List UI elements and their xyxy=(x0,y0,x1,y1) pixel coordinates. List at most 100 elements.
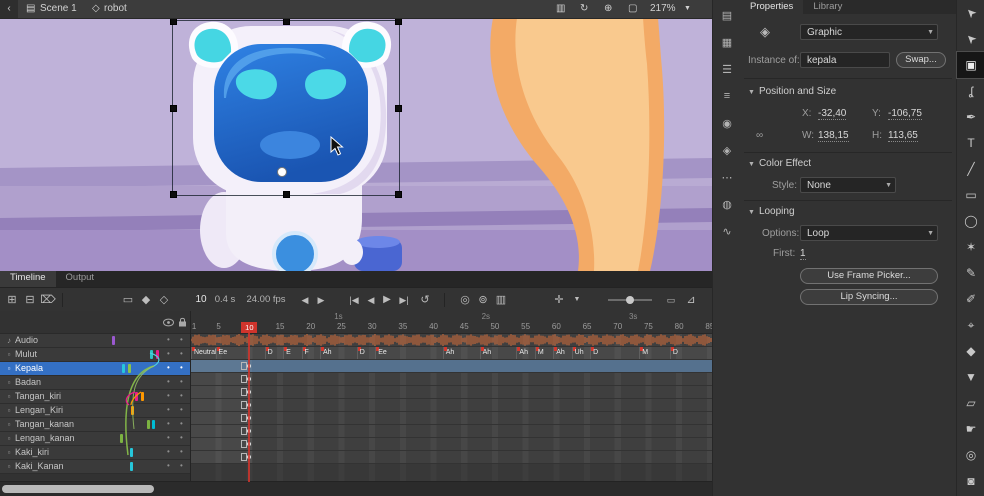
info-icon[interactable]: ◉ xyxy=(713,111,741,135)
y-value[interactable]: -106,75 xyxy=(888,108,922,120)
transform-handle[interactable] xyxy=(395,18,402,25)
link-dimensions-icon[interactable]: ∞ xyxy=(756,130,763,141)
loop-playback-button[interactable]: ↺ xyxy=(418,288,432,312)
slider-knob[interactable] xyxy=(626,296,634,304)
transform-handle[interactable] xyxy=(395,191,402,198)
workspace-icon[interactable]: ▤ xyxy=(713,3,741,27)
loop-dropdown[interactable]: Loop▼ xyxy=(800,225,938,241)
layer-row-tangan_kiri[interactable]: ▫Tangan_kiri•• xyxy=(0,390,190,404)
zoom-tool[interactable]: ◎ xyxy=(957,442,984,468)
x-value[interactable]: -32,40 xyxy=(818,108,846,120)
brush-tool[interactable]: ✐ xyxy=(957,286,984,312)
layer-row-tangan_kanan[interactable]: ▫Tangan_kanan•• xyxy=(0,418,190,432)
zoom-level[interactable]: 217% xyxy=(650,0,676,18)
frame-row-lengan_kanan[interactable] xyxy=(191,425,712,438)
first-frame-value[interactable]: 1 xyxy=(800,248,806,260)
layer-visibility-dot[interactable]: • xyxy=(167,404,170,416)
eyedropper-tool[interactable]: ▼ xyxy=(957,364,984,390)
insert-blank-keyframe-button[interactable]: ◇ xyxy=(156,288,172,312)
span-end-marker[interactable] xyxy=(241,362,247,370)
eraser-tool[interactable]: ▱ xyxy=(957,390,984,416)
transform-handle[interactable] xyxy=(170,105,177,112)
span-end-marker[interactable] xyxy=(241,440,247,448)
frame-row-lengan_kiri[interactable] xyxy=(191,399,712,412)
list-icon[interactable]: ≡ xyxy=(713,84,741,108)
lip-syncing-button[interactable]: Lip Syncing... xyxy=(800,289,938,305)
current-frame-counter[interactable]: 10 xyxy=(192,288,210,312)
swap-button[interactable]: Swap... xyxy=(896,52,946,68)
layer-visibility-dot[interactable]: • xyxy=(167,418,170,430)
mouth-keyframe[interactable]: Ee xyxy=(375,347,376,359)
hand-tool[interactable]: ☛ xyxy=(957,416,984,442)
tab-output[interactable]: Output xyxy=(56,271,105,287)
mouth-keyframe[interactable]: Ah xyxy=(516,347,517,359)
onion-skin-outlines-button[interactable]: ⊚ xyxy=(476,288,490,312)
section-looping[interactable]: ▼Looping xyxy=(748,206,795,217)
mouth-keyframe[interactable]: M xyxy=(639,347,640,359)
bone-tool[interactable]: ⌖ xyxy=(957,312,984,338)
frame-size-slider[interactable] xyxy=(608,299,652,301)
frame-row-kaki_kiri[interactable] xyxy=(191,438,712,451)
layer-visibility-dot[interactable]: • xyxy=(167,334,170,346)
lock-icon[interactable] xyxy=(178,317,187,327)
tab-library[interactable]: Library xyxy=(803,0,852,14)
layer-visibility-dot[interactable]: • xyxy=(167,390,170,402)
breadcrumb-symbol[interactable]: robot xyxy=(104,0,127,18)
transform-icon[interactable]: ◈ xyxy=(713,138,741,162)
fit-timeline-button[interactable]: ⊿ xyxy=(684,288,698,312)
go-to-first-frame-button[interactable]: |◀ xyxy=(346,288,362,312)
frame-row-tangan_kanan[interactable] xyxy=(191,412,712,425)
layer-lock-dot[interactable]: • xyxy=(180,348,183,360)
align-icon[interactable]: ☰ xyxy=(713,57,741,81)
frame-row-tangan_kiri[interactable] xyxy=(191,386,712,399)
layer-visibility-dot[interactable]: • xyxy=(167,362,170,374)
mouth-keyframe[interactable]: Ah xyxy=(320,347,321,359)
step-back-button[interactable]: ◀ xyxy=(298,288,312,312)
go-to-last-frame-button[interactable]: ▶| xyxy=(396,288,412,312)
mouth-keyframe[interactable]: E xyxy=(283,347,284,359)
center-playhead-button[interactable]: ✛ xyxy=(552,288,566,312)
layer-lock-dot[interactable]: • xyxy=(180,362,183,374)
frame-row-audio[interactable] xyxy=(191,334,712,347)
layer-visibility-dot[interactable]: • xyxy=(167,460,170,472)
layer-row-mulut[interactable]: ▫Mulut•• xyxy=(0,348,190,362)
clip-icon[interactable]: ▥ xyxy=(556,0,565,18)
instance-name-field[interactable]: kepala xyxy=(800,52,890,68)
transform-handle[interactable] xyxy=(170,191,177,198)
layer-lock-dot[interactable]: • xyxy=(180,334,183,346)
play-button[interactable]: ▶ xyxy=(380,288,394,312)
scrollbar-thumb[interactable] xyxy=(2,485,154,493)
subselection-tool[interactable]: ➤ xyxy=(957,26,984,52)
frame-size-large-icon[interactable]: ▭ xyxy=(664,288,678,312)
mouth-keyframe[interactable]: Neutral xyxy=(191,347,192,359)
new-layer-button[interactable]: ⊞ xyxy=(4,288,20,312)
mouth-keyframe[interactable]: Ah xyxy=(480,347,481,359)
layer-lock-dot[interactable]: • xyxy=(180,432,183,444)
layer-lock-dot[interactable]: • xyxy=(180,446,183,458)
lasso-tool[interactable]: ʆ xyxy=(957,78,984,104)
frame-row-badan[interactable] xyxy=(191,373,712,386)
layer-row-kaki_kiri[interactable]: ▫Kaki_kiri•• xyxy=(0,446,190,460)
section-color-effect[interactable]: ▼Color Effect xyxy=(748,158,811,169)
h-value[interactable]: 113,65 xyxy=(888,130,918,142)
free-transform-tool[interactable]: ▣ xyxy=(957,52,984,78)
previous-frame-button[interactable]: ◀ xyxy=(364,288,378,312)
tab-properties[interactable]: Properties xyxy=(740,0,803,14)
fit-window-icon[interactable]: ▢ xyxy=(628,0,637,18)
layer-row-audio[interactable]: ♪Audio•• xyxy=(0,334,190,348)
breadcrumb-scene[interactable]: Scene 1 xyxy=(40,0,77,18)
mouth-keyframe[interactable]: Ah xyxy=(443,347,444,359)
layer-row-kepala[interactable]: ▫Kepala•• xyxy=(0,362,190,376)
layer-row-lengan_kanan[interactable]: ▫Lengan_kanan•• xyxy=(0,432,190,446)
layer-row-kaki_kanan[interactable]: ▫Kaki_Kanan•• xyxy=(0,460,190,474)
layer-visibility-dot[interactable]: • xyxy=(167,432,170,444)
mouth-keyframe[interactable]: M xyxy=(535,347,536,359)
timeline-scrollbar[interactable] xyxy=(0,481,712,496)
timeline-menu-chevron-icon[interactable]: ▼ xyxy=(572,288,582,312)
polystar-tool[interactable]: ✶ xyxy=(957,234,984,260)
timeline-ruler[interactable]: 1s2s3s1510152025303540455055606570758085 xyxy=(191,311,712,334)
line-tool[interactable]: ╱ xyxy=(957,156,984,182)
section-position-size[interactable]: ▼Position and Size xyxy=(748,86,836,97)
new-folder-button[interactable]: ⊟ xyxy=(22,288,38,312)
span-end-marker[interactable] xyxy=(241,375,247,383)
